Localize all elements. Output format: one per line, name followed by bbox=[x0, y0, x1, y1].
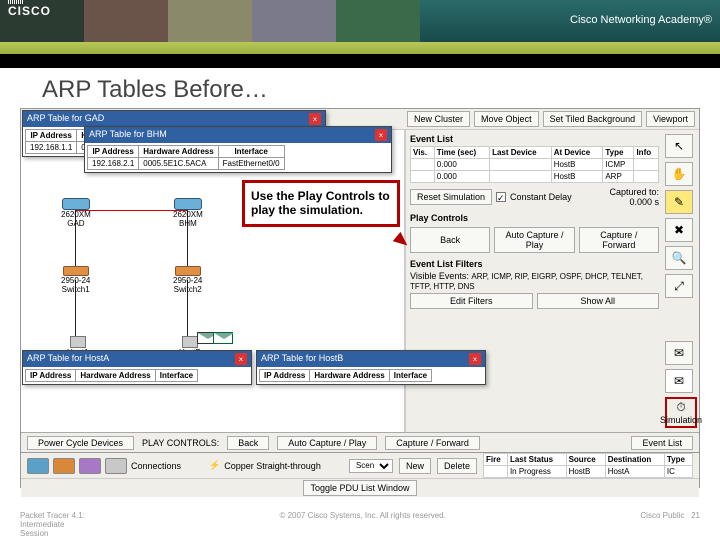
instruction-callout: Use the Play Controls to play the simula… bbox=[242, 180, 400, 227]
new-cluster-button[interactable]: New Cluster bbox=[407, 111, 470, 127]
edit-filters-button[interactable]: Edit Filters bbox=[410, 293, 533, 309]
select-tool-icon[interactable]: ↖ bbox=[665, 134, 693, 158]
table-row: 0.000HostBARP bbox=[411, 171, 659, 183]
reset-simulation-button[interactable]: Reset Simulation bbox=[410, 189, 492, 205]
complex-pdu-icon[interactable]: ✉ bbox=[665, 369, 693, 393]
device-router-icon[interactable] bbox=[27, 458, 49, 474]
capture-forward-button[interactable]: Capture / Forward bbox=[579, 227, 659, 253]
pan-tool-icon[interactable]: ✋ bbox=[665, 162, 693, 186]
event-list-table[interactable]: Vis.Time (sec)Last DeviceAt DeviceTypeIn… bbox=[410, 146, 659, 183]
cable-type-label: Copper Straight-through bbox=[224, 461, 321, 471]
router-bhm[interactable]: 2620XM BHM bbox=[173, 198, 203, 228]
footer-copyright: © 2007 Cisco Systems, Inc. All rights re… bbox=[279, 511, 445, 538]
arp-window-hostb[interactable]: ARP Table for HostB× IP AddressHardware … bbox=[256, 350, 486, 385]
slide-title: ARP Tables Before… bbox=[0, 68, 720, 108]
banner: CISCO Cisco Networking Academy® bbox=[0, 0, 720, 42]
device-pc-icon[interactable] bbox=[105, 458, 127, 474]
device-hub-icon[interactable] bbox=[79, 458, 101, 474]
table-row: 0.000HostBICMP bbox=[411, 159, 659, 171]
arp-window-bhm[interactable]: ARP Table for BHM× IP AddressHardware Ad… bbox=[84, 126, 392, 173]
constant-delay-checkbox[interactable]: ✓ bbox=[496, 192, 506, 202]
bottom-play-controls: Power Cycle Devices PLAY CONTROLS: Back … bbox=[21, 432, 699, 452]
arp-window-hosta[interactable]: ARP Table for HostA× IP AddressHardware … bbox=[22, 350, 252, 385]
simulation-mode-badge[interactable]: ⏱Simulation bbox=[665, 397, 697, 428]
toggle-pdu-list-button[interactable]: Toggle PDU List Window bbox=[303, 480, 416, 496]
power-cycle-button[interactable]: Power Cycle Devices bbox=[27, 436, 134, 450]
auto-capture-play-button[interactable]: Auto Capture / Play bbox=[494, 227, 574, 253]
footer-left: Packet Tracer 4.1: Intermediate Session bbox=[20, 511, 85, 538]
btm-event-list-button[interactable]: Event List bbox=[631, 436, 693, 450]
right-toolbar: ↖ ✋ ✎ ✖ 🔍 ⤢ ✉ ✉ ⏱Simulation bbox=[663, 130, 699, 432]
viewport-button[interactable]: Viewport bbox=[646, 111, 695, 127]
play-back-button[interactable]: Back bbox=[410, 227, 490, 253]
scenario-delete-button[interactable]: Delete bbox=[437, 458, 477, 474]
set-background-button[interactable]: Set Tiled Background bbox=[543, 111, 643, 127]
play-controls-header: Play Controls bbox=[410, 213, 659, 223]
btm-back-button[interactable]: Back bbox=[227, 436, 269, 450]
black-bar bbox=[0, 54, 720, 68]
connections-label: Connections bbox=[131, 461, 181, 471]
scenario-new-button[interactable]: New bbox=[399, 458, 431, 474]
academy-label: Cisco Networking Academy® bbox=[570, 14, 712, 26]
switch2[interactable]: 2950-24 Switch2 bbox=[173, 266, 202, 294]
resize-tool-icon[interactable]: ⤢ bbox=[665, 274, 693, 298]
show-all-button[interactable]: Show All bbox=[537, 293, 660, 309]
simple-pdu-icon[interactable]: ✉ bbox=[665, 341, 693, 365]
pdu-arp-icon bbox=[213, 332, 233, 344]
banner-photo bbox=[0, 0, 420, 42]
topology-canvas[interactable]: 2620XM GAD 2620XM BHM 2950-24 Switch1 29… bbox=[21, 130, 405, 432]
move-object-button[interactable]: Move Object bbox=[474, 111, 539, 127]
visible-events-label: Visible Events: bbox=[410, 271, 469, 281]
close-icon[interactable]: × bbox=[235, 353, 247, 365]
captured-value: 0.000 s bbox=[609, 197, 659, 207]
switch1[interactable]: 2950-24 Switch1 bbox=[61, 266, 90, 294]
event-list-header: Event List bbox=[410, 134, 659, 144]
event-filters-header: Event List Filters bbox=[410, 259, 659, 269]
note-tool-icon[interactable]: ✎ bbox=[665, 190, 693, 214]
event-list-panel: Event List Vis.Time (sec)Last DeviceAt D… bbox=[405, 130, 663, 432]
router-gad[interactable]: 2620XM GAD bbox=[61, 198, 91, 228]
captured-label: Captured to: bbox=[609, 187, 659, 197]
inspect-tool-icon[interactable]: 🔍 bbox=[665, 246, 693, 270]
device-switch-icon[interactable] bbox=[53, 458, 75, 474]
device-palette: Connections ⚡Copper Straight-through Sce… bbox=[21, 452, 699, 478]
play-controls-label: PLAY CONTROLS: bbox=[142, 438, 219, 448]
constant-delay-label: Constant Delay bbox=[510, 192, 572, 202]
cisco-logo: CISCO bbox=[8, 4, 51, 18]
delete-tool-icon[interactable]: ✖ bbox=[665, 218, 693, 242]
green-ribbon bbox=[0, 42, 720, 54]
close-icon[interactable]: × bbox=[375, 129, 387, 141]
close-icon[interactable]: × bbox=[469, 353, 481, 365]
scenario-select[interactable]: Scenario 0 bbox=[349, 459, 393, 473]
slide-number: 21 bbox=[691, 511, 700, 520]
close-icon[interactable]: × bbox=[309, 113, 321, 125]
btm-auto-play-button[interactable]: Auto Capture / Play bbox=[277, 436, 377, 450]
btm-capture-fwd-button[interactable]: Capture / Forward bbox=[385, 436, 480, 450]
footer-classification: Cisco Public bbox=[640, 511, 684, 520]
pdu-list-table[interactable]: FireLast StatusSourceDestinationType In … bbox=[483, 453, 693, 478]
